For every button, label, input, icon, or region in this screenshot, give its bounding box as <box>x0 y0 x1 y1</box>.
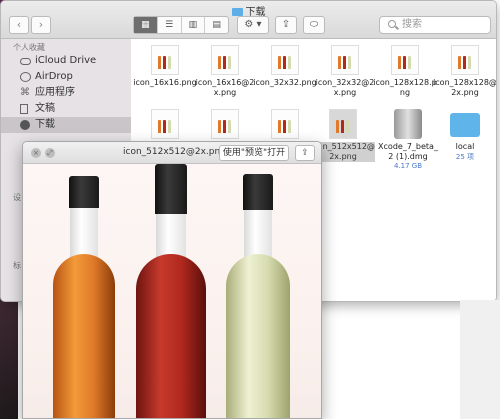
file-item[interactable]: icon_16x16@2x.png <box>193 45 257 98</box>
png-thumbnail <box>211 109 239 139</box>
png-thumbnail <box>451 45 479 75</box>
share-button[interactable]: ⇪ <box>275 16 297 34</box>
png-thumbnail <box>391 45 419 75</box>
download-icon <box>20 120 30 130</box>
sidebar-section-header-tags: 标 <box>13 261 21 270</box>
folder-icon <box>450 113 480 137</box>
file-item[interactable]: Xcode_7_beta_2 (1).dmg 4.17 GB <box>376 109 440 170</box>
share-button[interactable]: ⇪ <box>295 145 315 161</box>
action-gear-button[interactable]: ⚙ ▾ <box>237 16 269 34</box>
list-icon[interactable]: ☰ <box>158 17 182 33</box>
sidebar-item-downloads[interactable]: 下载 <box>1 117 131 133</box>
disk-image-icon <box>394 109 422 139</box>
close-icon[interactable]: × <box>31 148 41 158</box>
fullscreen-icon[interactable]: ⤢ <box>45 148 55 158</box>
sidebar-item-airdrop[interactable]: AirDrop <box>1 69 131 85</box>
file-item[interactable]: icon_128x128.png <box>373 45 437 98</box>
search-icon <box>388 20 396 28</box>
file-item[interactable]: icon_32x32@2x.png <box>313 45 377 98</box>
file-item[interactable]: icon_128x128@2x.png <box>433 45 496 98</box>
png-thumbnail <box>271 45 299 75</box>
png-thumbnail <box>211 45 239 75</box>
png-thumbnail <box>329 109 357 139</box>
quicklook-window: × ⤢ icon_512x512@2x.png 使用"预览"打开 ⇪ <box>22 141 322 419</box>
grid-icon[interactable]: ▦ <box>134 17 158 33</box>
airdrop-icon <box>20 72 31 82</box>
sidebar-item-applications[interactable]: ⌘ 应用程序 <box>1 85 131 101</box>
quicklook-title: icon_512x512@2x.png <box>123 147 226 157</box>
documents-icon <box>20 104 28 114</box>
file-item[interactable] <box>133 109 197 142</box>
quicklook-titlebar: × ⤢ icon_512x512@2x.png 使用"预览"打开 ⇪ <box>23 142 321 164</box>
view-mode-segment[interactable]: ▦ ☰ ▥ ▤ <box>133 16 229 34</box>
tag-button[interactable]: ⬭ <box>303 16 325 34</box>
background-window <box>460 300 500 419</box>
png-thumbnail <box>151 45 179 75</box>
search-input[interactable]: 搜索 <box>379 16 491 34</box>
folder-icon <box>231 8 243 16</box>
columns-icon[interactable]: ▥ <box>182 17 206 33</box>
png-thumbnail <box>151 109 179 139</box>
open-with-preview-button[interactable]: 使用"预览"打开 <box>219 145 289 161</box>
file-item[interactable]: icon_32x32.png <box>253 45 317 88</box>
png-thumbnail <box>271 109 299 139</box>
coverflow-icon[interactable]: ▤ <box>205 17 228 33</box>
wine-bottles-image <box>23 164 321 418</box>
sidebar-item-documents[interactable]: 文稿 <box>1 101 131 117</box>
file-item[interactable]: icon_16x16.png <box>133 45 197 88</box>
applications-icon: ⌘ <box>20 87 30 98</box>
cloud-icon <box>20 58 31 65</box>
folder-item[interactable]: local 25 项 <box>433 109 496 162</box>
forward-button[interactable]: › <box>31 16 51 34</box>
png-thumbnail <box>331 45 359 75</box>
back-button[interactable]: ‹ <box>9 16 29 34</box>
file-item[interactable] <box>193 109 257 142</box>
sidebar-item-icloud[interactable]: iCloud Drive <box>1 53 131 69</box>
file-item[interactable] <box>253 109 317 142</box>
finder-toolbar: 下载 ‹ › ▦ ☰ ▥ ▤ ⚙ ▾ ⇪ ⬭ 搜索 <box>1 1 496 39</box>
sidebar-section-header: 个人收藏 <box>13 43 45 52</box>
sidebar-section-header-devices: 设 <box>13 193 21 202</box>
